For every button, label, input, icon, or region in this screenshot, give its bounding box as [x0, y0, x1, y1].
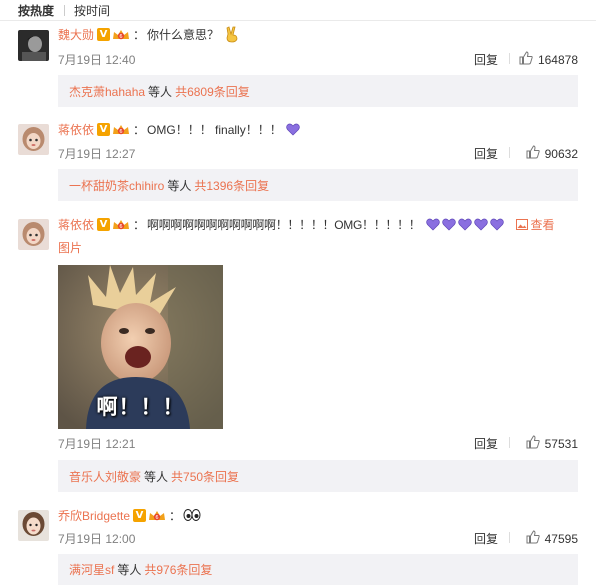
comment-username[interactable]: 蒋依依 [58, 216, 94, 233]
divider [0, 20, 596, 21]
verified-v-icon: V [97, 217, 111, 231]
comment-time: 7月19日 12:40 [58, 53, 136, 67]
like-count: 47595 [544, 531, 578, 546]
comment-colon: ： [133, 122, 146, 137]
comment-username[interactable]: 蒋依依 [58, 121, 94, 138]
comment-line: 乔欣Bridgette V 6 ： [58, 507, 201, 523]
image-icon [515, 218, 528, 230]
like-count: 57531 [544, 436, 578, 451]
vip-crown-icon: 6 [112, 123, 132, 136]
sub-reply-mid: 等人 [117, 563, 142, 577]
sub-reply-mid: 等人 [148, 84, 173, 99]
vip-crown-icon: 6 [148, 509, 168, 522]
verified-v-icon: V [133, 508, 147, 522]
like-count: 90632 [544, 146, 578, 161]
purple-heart-emoji-group [424, 218, 504, 231]
view-image-link[interactable]: 查看 [515, 216, 555, 233]
like-button[interactable]: 57531 [526, 435, 578, 452]
verified-v-icon: V [97, 122, 111, 136]
comment-image[interactable]: 啊！！！ [58, 265, 223, 429]
purple-heart-emoji-icon [489, 218, 504, 230]
like-button[interactable]: 47595 [526, 530, 578, 547]
sub-reply-user[interactable]: 音乐人刘敬豪 [69, 468, 141, 485]
like-button[interactable]: 164878 [519, 51, 578, 68]
sub-reply-user[interactable]: 杰克萧hahaha [69, 83, 145, 100]
meta-separator [509, 532, 510, 543]
reply-button[interactable]: 回复 [474, 435, 498, 452]
avatar[interactable] [18, 510, 49, 541]
svg-text:6: 6 [119, 224, 122, 230]
thumbs-up-icon [526, 530, 540, 547]
comment-meta: 7月19日 12:00 回复 47595 [58, 530, 578, 547]
purple-heart-emoji-icon [285, 123, 300, 135]
svg-text:6: 6 [119, 34, 122, 40]
reply-button[interactable]: 回复 [474, 145, 498, 162]
sub-reply-box: 满河星sf 等人 共976条回复 [58, 554, 578, 585]
comment-meta: 7月19日 12:21 回复 57531 [58, 435, 578, 452]
vip-crown-icon: 6 [112, 28, 132, 41]
sub-reply-box: 杰克萧hahaha 等人 共6809条回复 [58, 75, 578, 107]
comment-line: 蒋依依 V 6 ： 啊啊啊啊啊啊啊啊啊啊啊！！！！！OMG！！！！！ 查看 [58, 216, 555, 232]
comment-colon: ： [133, 27, 146, 42]
comment-colon: ： [133, 217, 146, 232]
sub-reply-count-link[interactable]: 共6809条回复 [175, 83, 250, 100]
avatar[interactable] [18, 30, 49, 61]
sub-reply-user[interactable]: 一杯甜奶茶chihiro [69, 177, 164, 194]
thumbs-up-icon [526, 145, 540, 162]
eyes-emoji-icon [183, 508, 201, 522]
meta-separator [509, 53, 510, 64]
meta-separator [509, 437, 510, 448]
purple-heart-emoji-icon [425, 218, 440, 230]
sub-reply-mid: 等人 [144, 469, 169, 484]
thumbs-up-icon [526, 435, 540, 452]
comment-time: 7月19日 12:00 [58, 532, 136, 546]
view-image-label-line2[interactable]: 图片 [58, 239, 82, 256]
tab-separator [64, 4, 66, 16]
purple-heart-emoji-icon [473, 218, 488, 230]
meta-separator [509, 147, 510, 158]
svg-text:6: 6 [155, 515, 158, 521]
vip-crown-icon: 6 [112, 218, 132, 231]
sort-tabs: 按热度 按时间 [0, 0, 596, 20]
victory-hand-emoji-icon [223, 25, 241, 43]
sub-reply-mid: 等人 [167, 178, 192, 193]
comment-text: 你什么意思？ [147, 27, 220, 42]
purple-heart-emoji-icon [441, 218, 456, 230]
verified-v-icon: V [97, 27, 111, 41]
like-button[interactable]: 90632 [526, 145, 578, 162]
thumbs-up-icon [519, 51, 533, 68]
tab-sort-by-time[interactable]: 按时间 [74, 2, 110, 19]
purple-heart-emoji-icon [457, 218, 472, 230]
like-count: 164878 [537, 52, 578, 67]
comment-time: 7月19日 12:27 [58, 147, 136, 161]
sub-reply-count-link[interactable]: 共976条回复 [144, 561, 212, 578]
comment-username[interactable]: 魏大勋 [58, 26, 94, 43]
tab-sort-by-hot[interactable]: 按热度 [18, 2, 54, 19]
comment-time: 7月19日 12:21 [58, 437, 136, 451]
comment-colon: ： [169, 508, 182, 523]
image-caption: 啊！！！ [96, 395, 185, 419]
reply-button[interactable]: 回复 [474, 530, 498, 547]
sub-reply-count-link[interactable]: 共750条回复 [171, 468, 239, 485]
svg-text:6: 6 [119, 129, 122, 135]
view-image-label: 查看 [530, 217, 555, 232]
comment-text: OMG！！！ finally！！！ [147, 122, 282, 137]
avatar[interactable] [18, 219, 49, 250]
comment-text: 啊啊啊啊啊啊啊啊啊啊啊！！！！！OMG！！！！！ [147, 217, 421, 232]
comment-meta: 7月19日 12:27 回复 90632 [58, 145, 578, 162]
reply-button[interactable]: 回复 [474, 51, 498, 68]
sub-reply-count-link[interactable]: 共1396条回复 [194, 177, 269, 194]
comment-meta: 7月19日 12:40 回复 164878 [58, 51, 578, 68]
comment-line: 蒋依依 V 6 ： OMG！！！ finally！！！ [58, 121, 300, 137]
comment-line: 魏大勋 V 6 ： 你什么意思？ [58, 25, 241, 43]
sub-reply-user[interactable]: 满河星sf [69, 561, 114, 578]
avatar[interactable] [18, 124, 49, 155]
sub-reply-box: 音乐人刘敬豪 等人 共750条回复 [58, 460, 578, 492]
sub-reply-box: 一杯甜奶茶chihiro 等人 共1396条回复 [58, 169, 578, 201]
comment-username[interactable]: 乔欣Bridgette [58, 507, 130, 524]
